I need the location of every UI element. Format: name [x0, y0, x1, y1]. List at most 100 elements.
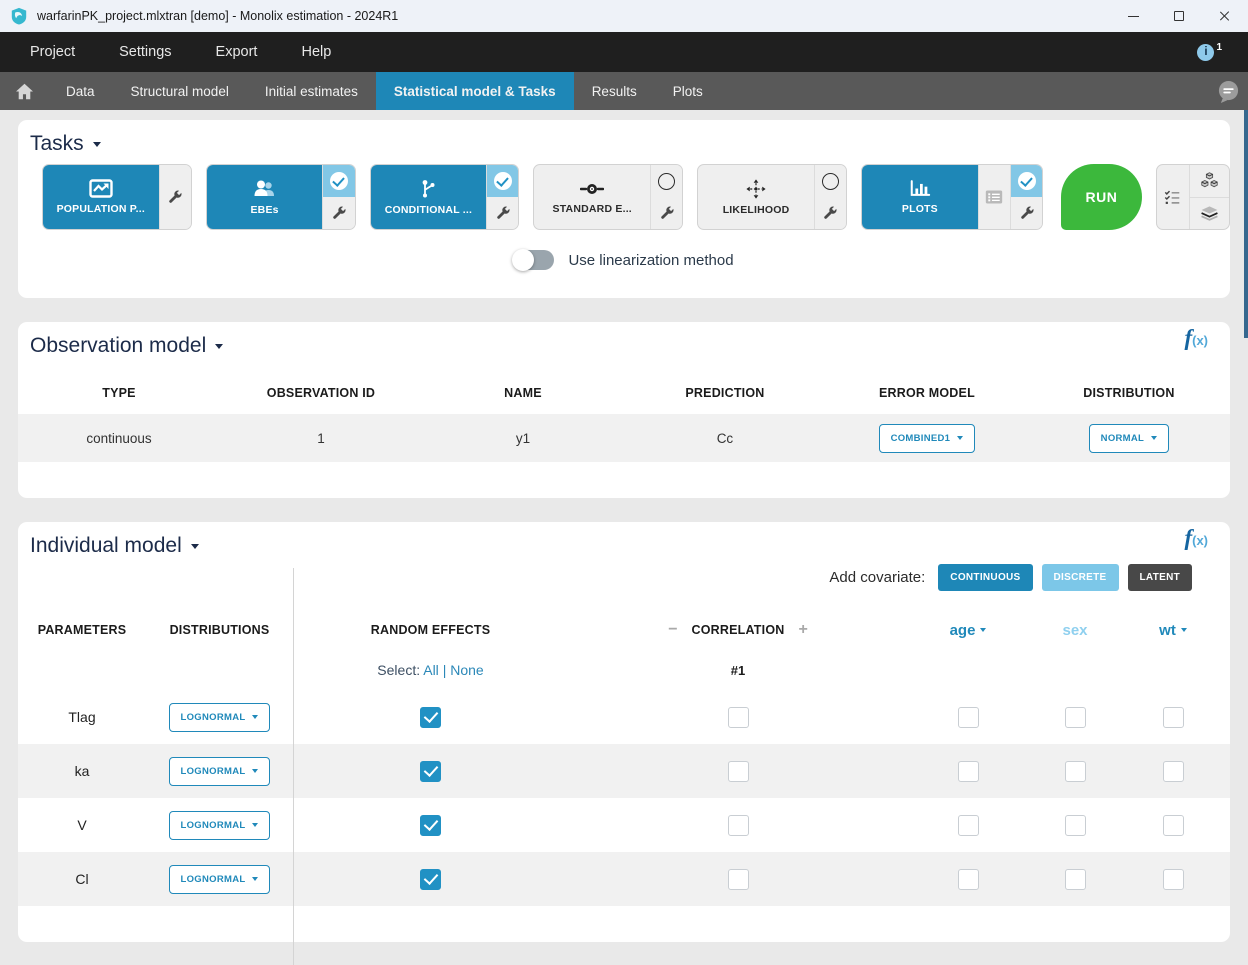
observation-header-row: TYPE OBSERVATION ID NAME PREDICTION ERRO…	[18, 372, 1230, 414]
v-sex-checkbox[interactable]	[1065, 815, 1086, 836]
task-ebes-checkbox[interactable]	[323, 165, 354, 197]
add-discrete-covariate-button[interactable]: DISCRETE	[1042, 564, 1119, 591]
close-button[interactable]	[1202, 0, 1248, 32]
task-likelihood-settings-button[interactable]	[815, 197, 846, 229]
v-random-effect-checkbox[interactable]	[420, 815, 441, 836]
maximize-button[interactable]	[1156, 0, 1202, 32]
tasks-section-title[interactable]: Tasks	[18, 120, 1230, 156]
cl-sex-checkbox[interactable]	[1065, 869, 1086, 890]
individual-formula-button[interactable]: f(x)	[1184, 526, 1208, 549]
select-all-link[interactable]: All	[423, 662, 439, 678]
task-plots-settings-button[interactable]	[1011, 197, 1042, 229]
task-standard-errors-button[interactable]: STANDARD E...	[534, 165, 650, 229]
tasks-panel: Tasks POPULATION P...	[18, 120, 1230, 298]
tlag-distribution-dropdown[interactable]: LOGNORMAL	[169, 703, 271, 732]
distribution-dropdown[interactable]: NORMAL	[1089, 424, 1170, 453]
tab-initial-estimates[interactable]: Initial estimates	[247, 72, 376, 110]
select-none-link[interactable]: None	[450, 662, 483, 678]
v-correlation-checkbox[interactable]	[728, 815, 749, 836]
v-distribution-dropdown[interactable]: LOGNORMAL	[169, 811, 271, 840]
correlation-remove-button[interactable]: −	[668, 621, 677, 639]
task-ebes-settings-button[interactable]	[323, 197, 354, 229]
notifications-button[interactable]: i 1	[1197, 44, 1222, 61]
task-card-plots: PLOTS	[861, 164, 1043, 230]
plots-list-button[interactable]	[979, 165, 1010, 229]
add-covariate-row: Add covariate: CONTINUOUS DISCRETE LATEN…	[18, 562, 1230, 592]
task-plots-button[interactable]: PLOTS	[862, 165, 978, 229]
fx-icon: f	[1184, 325, 1192, 350]
covariate-header-sex: sex	[1028, 622, 1122, 639]
task-plots-checkbox[interactable]	[1011, 165, 1042, 197]
distribution-value: NORMAL	[1101, 433, 1145, 444]
tab-statistical-model-tasks[interactable]: Statistical model & Tasks	[376, 72, 574, 110]
scenario-layers-button[interactable]	[1190, 197, 1229, 230]
tlag-correlation-checkbox[interactable]	[728, 707, 749, 728]
add-latent-covariate-button[interactable]: LATENT	[1128, 564, 1193, 591]
run-button[interactable]: RUN	[1061, 164, 1141, 230]
linearization-row: Use linearization method	[18, 250, 1230, 270]
task-standard-errors-settings-button[interactable]	[651, 197, 682, 229]
task-checklist-button[interactable]	[1157, 165, 1190, 229]
wrench-icon	[1019, 205, 1035, 221]
add-continuous-covariate-button[interactable]: CONTINUOUS	[938, 564, 1032, 591]
tlag-age-checkbox[interactable]	[958, 707, 979, 728]
observation-model-title[interactable]: Observation model	[18, 322, 1230, 358]
tab-data[interactable]: Data	[48, 72, 113, 110]
ka-wt-checkbox[interactable]	[1163, 761, 1184, 782]
task-conditional-settings-button[interactable]	[487, 197, 518, 229]
cl-correlation-checkbox[interactable]	[728, 869, 749, 890]
observation-model-panel: Observation model f(x) TYPE OBSERVATION …	[18, 322, 1230, 498]
ka-correlation-checkbox[interactable]	[728, 761, 749, 782]
tlag-random-effect-checkbox[interactable]	[420, 707, 441, 728]
covariate-header-age[interactable]: age	[908, 622, 1028, 639]
task-conditional-checkbox[interactable]	[487, 165, 518, 197]
error-model-value: COMBINED1	[891, 433, 951, 444]
model-building-button[interactable]	[1190, 165, 1229, 197]
v-age-checkbox[interactable]	[958, 815, 979, 836]
error-model-dropdown[interactable]: COMBINED1	[879, 424, 976, 453]
feedback-button[interactable]	[1208, 72, 1248, 110]
tab-home[interactable]	[0, 72, 48, 110]
tab-plots[interactable]: Plots	[655, 72, 721, 110]
tlag-sex-checkbox[interactable]	[1065, 707, 1086, 728]
cl-wt-checkbox[interactable]	[1163, 869, 1184, 890]
caret-down-icon	[252, 877, 258, 881]
ka-age-checkbox[interactable]	[958, 761, 979, 782]
individual-model-title[interactable]: Individual model	[18, 522, 1230, 558]
task-population-parameters-button[interactable]: POPULATION P...	[43, 165, 159, 229]
task-likelihood-checkbox[interactable]	[815, 165, 846, 197]
observation-formula-button[interactable]: f(x)	[1184, 326, 1208, 349]
task-population-settings-button[interactable]	[160, 165, 191, 229]
minimize-button[interactable]	[1110, 0, 1156, 32]
menu-project[interactable]: Project	[8, 32, 97, 72]
v-wt-checkbox[interactable]	[1163, 815, 1184, 836]
parameter-name: ka	[18, 763, 146, 779]
tab-results[interactable]: Results	[574, 72, 655, 110]
tab-structural-model[interactable]: Structural model	[113, 72, 247, 110]
ka-random-effect-checkbox[interactable]	[420, 761, 441, 782]
task-ebes-button[interactable]: EBEs	[207, 165, 323, 229]
tlag-wt-checkbox[interactable]	[1163, 707, 1184, 728]
covariate-header-wt[interactable]: wt	[1122, 622, 1224, 639]
notification-count: 1	[1216, 42, 1222, 53]
caret-down-icon	[980, 628, 986, 632]
ka-distribution-dropdown[interactable]: LOGNORMAL	[169, 757, 271, 786]
col-header-prediction: PREDICTION	[624, 386, 826, 400]
task-label: EBEs	[250, 204, 278, 216]
vertical-scrollbar[interactable]	[1244, 110, 1248, 338]
linearization-toggle[interactable]	[514, 250, 554, 270]
menu-help[interactable]: Help	[279, 32, 353, 72]
cl-distribution-dropdown[interactable]: LOGNORMAL	[169, 865, 271, 894]
cl-age-checkbox[interactable]	[958, 869, 979, 890]
parameter-row-v: V LOGNORMAL	[18, 798, 1230, 852]
menu-export[interactable]: Export	[194, 32, 280, 72]
task-conditional-distribution-button[interactable]: CONDITIONAL ...	[371, 165, 487, 229]
cl-random-effect-checkbox[interactable]	[420, 869, 441, 890]
correlation-add-button[interactable]: +	[798, 621, 807, 639]
branch-nodes-icon	[418, 179, 438, 199]
task-likelihood-button[interactable]: LIKELIHOOD	[698, 165, 814, 229]
task-standard-errors-checkbox[interactable]	[651, 165, 682, 197]
ka-sex-checkbox[interactable]	[1065, 761, 1086, 782]
crosshair-icon	[746, 179, 766, 199]
menu-settings[interactable]: Settings	[97, 32, 193, 72]
